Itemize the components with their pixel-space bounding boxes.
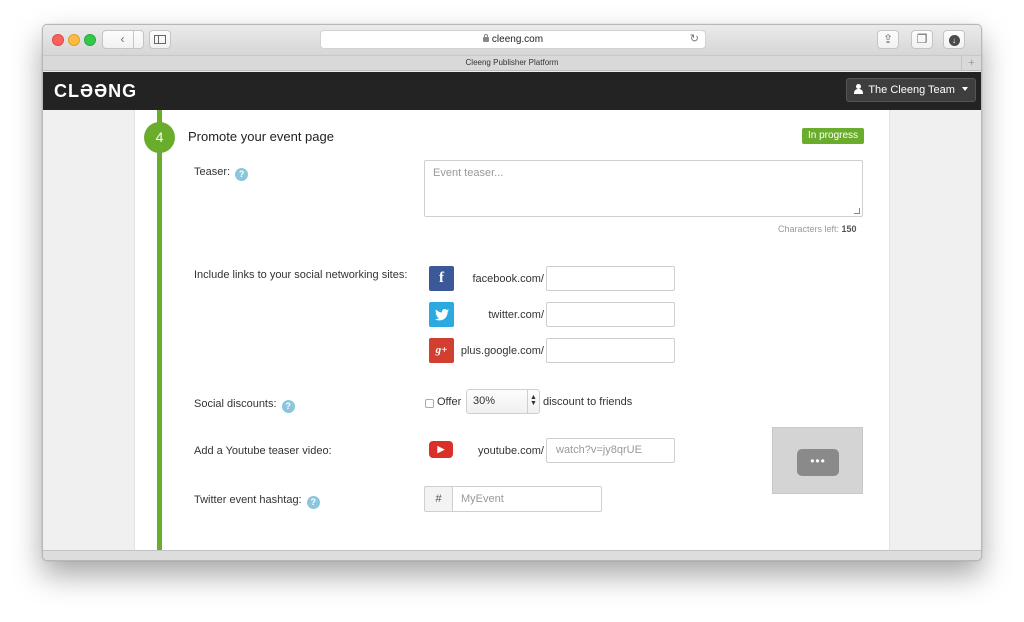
offer-checkbox[interactable] — [425, 399, 434, 408]
google-prefix-wrap: plus.google.com/ — [455, 345, 544, 359]
lock-icon — [482, 34, 489, 42]
google-plus-icon: g+ — [429, 338, 454, 363]
hashtag-label-row: Twitter event hashtag: ? — [194, 494, 320, 509]
reload-icon[interactable]: ↻ — [690, 31, 699, 48]
teaser-textarea[interactable]: Event teaser... — [424, 160, 863, 217]
show-tabs-button[interactable]: ❐ — [911, 30, 933, 49]
chars-left-label: Characters left: — [778, 224, 840, 234]
cleeng-logo[interactable]: CLƏƏNG — [54, 81, 137, 102]
tab-title[interactable]: Cleeng Publisher Platform — [466, 58, 559, 67]
twitter-prefix: twitter.com/ — [488, 309, 544, 321]
step-panel: 4 Promote your event page In progress Te… — [134, 110, 890, 550]
youtube-prefix-wrap: youtube.com/ — [455, 445, 544, 459]
characters-left: Characters left: 150 — [778, 224, 857, 234]
facebook-input[interactable] — [546, 266, 675, 291]
social-discounts-label-row: Social discounts: ? — [194, 398, 295, 413]
teaser-placeholder: Event teaser... — [433, 167, 504, 179]
hashtag-addon: # — [424, 486, 452, 512]
resize-handle-icon[interactable] — [854, 208, 860, 214]
address-bar[interactable]: cleeng.com ↻ — [320, 30, 706, 49]
share-button[interactable]: ⇪ — [877, 30, 899, 49]
offer-label: Offer — [437, 396, 462, 408]
help-icon[interactable]: ? — [281, 400, 295, 413]
user-menu-button[interactable]: The Cleeng Team — [846, 78, 976, 102]
download-icon: ↓ — [948, 35, 960, 46]
facebook-prefix: facebook.com/ — [472, 273, 544, 285]
step-title: Promote your event page — [188, 129, 334, 144]
browser-toolbar: ‹› cleeng.com ↻ ⇪ ❐ ↓ — [43, 25, 981, 63]
user-menu-label: The Cleeng Team — [868, 84, 955, 96]
minimize-window-button[interactable] — [68, 34, 80, 46]
close-window-button[interactable] — [52, 34, 64, 46]
tabs-icon: ❐ — [916, 32, 928, 46]
google-plus-prefix: plus.google.com/ — [460, 345, 544, 357]
progress-timeline — [157, 110, 162, 550]
twitter-input[interactable] — [546, 302, 675, 327]
video-thumbnail[interactable]: ••• — [772, 427, 863, 494]
youtube-icon: ▶ — [429, 441, 453, 458]
zoom-window-button[interactable] — [84, 34, 96, 46]
user-icon — [854, 84, 864, 94]
facebook-prefix-wrap: facebook.com/ — [455, 273, 544, 287]
discount-select-value: 30% — [473, 395, 496, 407]
select-arrows-icon: ▲ ▼ — [527, 390, 539, 413]
share-icon: ⇪ — [882, 32, 894, 46]
sidebar-icon — [154, 35, 166, 44]
status-badge: In progress — [802, 128, 865, 144]
youtube-input[interactable]: watch?v=jy8qrUE — [546, 438, 675, 463]
teaser-label: Teaser: — [194, 166, 231, 178]
social-links-label: Include links to your social networking … — [194, 269, 408, 281]
back-button[interactable]: ‹ — [113, 31, 133, 48]
social-discounts-label: Social discounts: — [194, 398, 277, 410]
twitter-bird-icon — [434, 309, 449, 321]
facebook-icon: f — [429, 266, 454, 291]
video-play-icon: ••• — [797, 449, 839, 476]
history-nav: ‹› — [102, 30, 144, 63]
discount-select[interactable]: 30% ▲ ▼ — [466, 389, 540, 414]
app-header: CLƏƏNG The Cleeng Team — [43, 72, 981, 110]
twitter-icon — [429, 302, 454, 327]
help-icon[interactable]: ? — [235, 168, 249, 181]
page-content: 4 Promote your event page In progress Te… — [43, 110, 981, 550]
google-plus-input[interactable] — [546, 338, 675, 363]
teaser-label-row: Teaser: ? — [194, 166, 249, 181]
tab-bar: Cleeng Publisher Platform + — [43, 55, 981, 71]
sidebar-toggle-button[interactable] — [149, 30, 171, 49]
discount-suffix: discount to friends — [543, 396, 633, 408]
status-bar — [43, 550, 981, 560]
step-number-badge: 4 — [144, 122, 175, 153]
youtube-label: Add a Youtube teaser video: — [194, 445, 332, 457]
youtube-prefix: youtube.com/ — [477, 445, 544, 457]
hashtag-label: Twitter event hashtag: — [194, 494, 302, 506]
caret-down-icon — [962, 87, 968, 91]
new-tab-button[interactable]: + — [961, 56, 981, 70]
twitter-prefix-wrap: twitter.com/ — [455, 309, 544, 323]
help-icon[interactable]: ? — [306, 496, 320, 509]
hashtag-input[interactable]: MyEvent — [452, 486, 602, 512]
chars-left-value: 150 — [841, 224, 857, 234]
downloads-button[interactable]: ↓ — [943, 30, 965, 49]
browser-window: ‹› cleeng.com ↻ ⇪ ❐ ↓ Cleeng Publisher P… — [42, 24, 982, 561]
url-text: cleeng.com — [491, 34, 544, 45]
